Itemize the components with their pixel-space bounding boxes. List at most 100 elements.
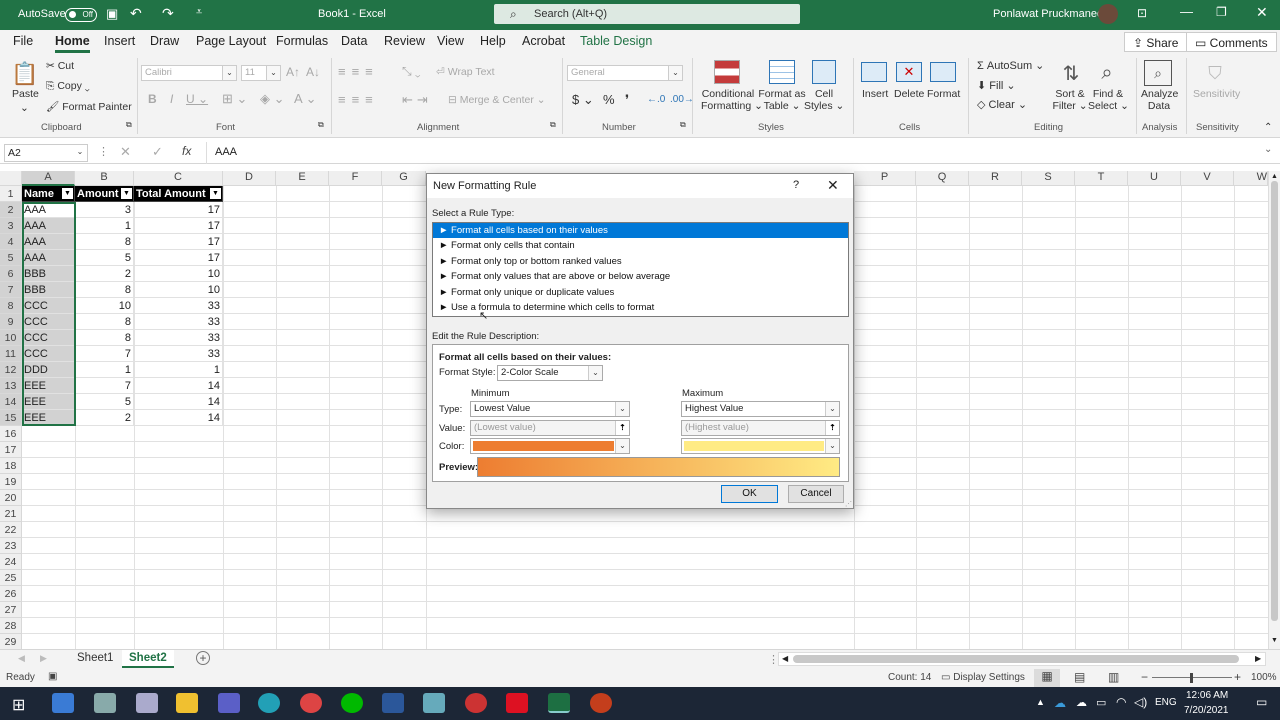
table-cell[interactable]: 8 [75, 234, 134, 250]
find-select-icon[interactable]: ⌕ [1094, 60, 1120, 86]
table-cell[interactable]: 17 [134, 202, 223, 218]
vertical-align-icons[interactable]: ≡≡≡ [338, 64, 379, 79]
tab-file[interactable]: File [13, 34, 33, 48]
volume-icon[interactable]: ◁) [1134, 695, 1147, 709]
column-header[interactable]: A [22, 171, 75, 186]
app-icon[interactable] [423, 693, 445, 713]
table-cell[interactable]: BBB [22, 266, 75, 282]
alignment-launcher-icon[interactable]: ⧉ [550, 120, 556, 130]
table-header-amount[interactable]: Amount ▼ [75, 186, 134, 202]
row-header[interactable]: 28 [0, 618, 22, 634]
table-cell[interactable]: AAA [22, 202, 75, 218]
insert-cells-button[interactable]: Insert [862, 88, 888, 100]
help-button[interactable]: ? [793, 179, 799, 191]
redo-icon[interactable]: ↷ [162, 5, 174, 22]
table-cell[interactable]: EEE [22, 378, 75, 394]
copy-button[interactable]: ⎘ Copy ⌄ [46, 80, 90, 93]
font-size-dropdown[interactable]: 11 ⌄ [241, 65, 281, 81]
indent-icons[interactable]: ⇤⇥ [402, 92, 432, 108]
increase-font-icon[interactable]: A↑ [286, 65, 300, 79]
range-picker-icon[interactable]: ⇡ [825, 421, 839, 435]
share-button[interactable]: ⇪ Share [1124, 32, 1188, 52]
select-all-corner[interactable] [0, 171, 22, 186]
sort-filter-icon[interactable]: ⇅ [1058, 60, 1084, 86]
row-header[interactable]: 21 [0, 506, 22, 522]
battery-icon[interactable]: ▭ [1096, 696, 1106, 709]
minimum-value-input[interactable]: (Lowest value) ⇡ [470, 420, 630, 436]
customize-qat-icon[interactable]: ⩡ [196, 6, 202, 19]
column-header[interactable]: P [854, 171, 916, 186]
search-box[interactable]: ⌕ Search (Alt+Q) [494, 4, 800, 24]
font-color-icon[interactable]: A ⌄ [294, 91, 316, 107]
zoom-level[interactable]: 100% [1251, 672, 1277, 683]
row-header[interactable]: 3 [0, 218, 22, 234]
column-header[interactable]: F [329, 171, 382, 186]
column-header[interactable]: E [276, 171, 329, 186]
table-cell[interactable]: BBB [22, 282, 75, 298]
file-explorer-icon[interactable] [176, 693, 198, 713]
insert-cells-icon[interactable] [861, 62, 887, 82]
scroll-down-icon[interactable]: ▼ [1271, 637, 1278, 644]
table-cell[interactable]: 14 [134, 410, 223, 426]
paste-dropdown-icon[interactable]: ⌄ [20, 102, 29, 114]
table-cell[interactable]: 17 [134, 218, 223, 234]
row-header[interactable]: 22 [0, 522, 22, 538]
prev-sheet-icon[interactable]: ◀ [18, 653, 25, 664]
merge-center-button[interactable]: ⊟ Merge & Center ⌄ [448, 94, 546, 106]
ok-button[interactable]: OK [721, 485, 778, 503]
table-cell[interactable]: 1 [134, 362, 223, 378]
table-cell[interactable]: DDD [22, 362, 75, 378]
table-cell[interactable]: 5 [75, 250, 134, 266]
table-cell[interactable]: EEE [22, 410, 75, 426]
row-header[interactable]: 26 [0, 586, 22, 602]
number-format-dropdown[interactable]: General ⌄ [567, 65, 683, 81]
tab-help[interactable]: Help [480, 34, 506, 48]
table-cell[interactable]: 14 [134, 378, 223, 394]
format-painter-button[interactable]: 🖌 Format Painter [46, 100, 132, 113]
tab-insert[interactable]: Insert [104, 34, 135, 48]
column-header[interactable]: Q [916, 171, 969, 186]
app-icon[interactable] [136, 693, 158, 713]
onedrive-icon[interactable]: ☁ [1054, 696, 1066, 710]
row-header[interactable]: 2 [0, 202, 22, 218]
sensitivity-button[interactable]: Sensitivity [1193, 88, 1240, 100]
tab-table-design[interactable]: Table Design [580, 34, 652, 48]
maximum-value-input[interactable]: (Highest value) ⇡ [681, 420, 840, 436]
row-header[interactable]: 7 [0, 282, 22, 298]
italic-icon[interactable]: I [170, 92, 173, 106]
powerpoint-icon[interactable] [590, 693, 612, 713]
scroll-left-icon[interactable]: ◀ [782, 654, 788, 663]
table-cell[interactable]: 8 [75, 282, 134, 298]
rule-type-item[interactable]: ► Format only values that are above or b… [433, 269, 848, 284]
cell-styles-button[interactable]: Cell Styles ⌄ [804, 88, 844, 112]
range-picker-icon[interactable]: ⇡ [615, 421, 629, 435]
table-cell[interactable]: 7 [75, 378, 134, 394]
row-header[interactable]: 18 [0, 458, 22, 474]
column-header[interactable]: V [1181, 171, 1234, 186]
format-cells-button[interactable]: Format [927, 88, 960, 100]
filter-dropdown-icon[interactable]: ▼ [62, 188, 73, 199]
fill-color-icon[interactable]: ◈ ⌄ [260, 91, 285, 107]
tab-review[interactable]: Review [384, 34, 425, 48]
table-header-name[interactable]: Name ▼ [22, 186, 75, 202]
table-cell[interactable]: 33 [134, 346, 223, 362]
zoom-in-icon[interactable]: + [1234, 670, 1241, 684]
close-icon[interactable]: ✕ [1256, 4, 1268, 21]
table-cell[interactable]: 14 [134, 394, 223, 410]
acrobat-icon[interactable] [506, 693, 528, 713]
font-name-dropdown[interactable]: Calibri ⌄ [141, 65, 237, 81]
tray-expand-icon[interactable]: ▲ [1036, 697, 1045, 707]
minimum-color-picker[interactable]: ⌄ [470, 438, 630, 454]
row-header[interactable]: 16 [0, 426, 22, 442]
currency-icon[interactable]: $ ⌄ [572, 92, 594, 108]
scroll-thumb[interactable] [793, 655, 1239, 663]
comments-button[interactable]: ▭ Comments [1186, 32, 1277, 52]
table-cell[interactable]: AAA [22, 234, 75, 250]
tab-view[interactable]: View [437, 34, 464, 48]
delete-cells-button[interactable]: Delete [894, 88, 924, 100]
tab-draw[interactable]: Draw [150, 34, 179, 48]
tab-page-layout[interactable]: Page Layout [196, 34, 266, 48]
clock-time[interactable]: 12:06 AM [1186, 690, 1228, 701]
insert-function-icon[interactable]: fx [182, 144, 191, 158]
decrease-font-icon[interactable]: A↓ [306, 65, 320, 79]
